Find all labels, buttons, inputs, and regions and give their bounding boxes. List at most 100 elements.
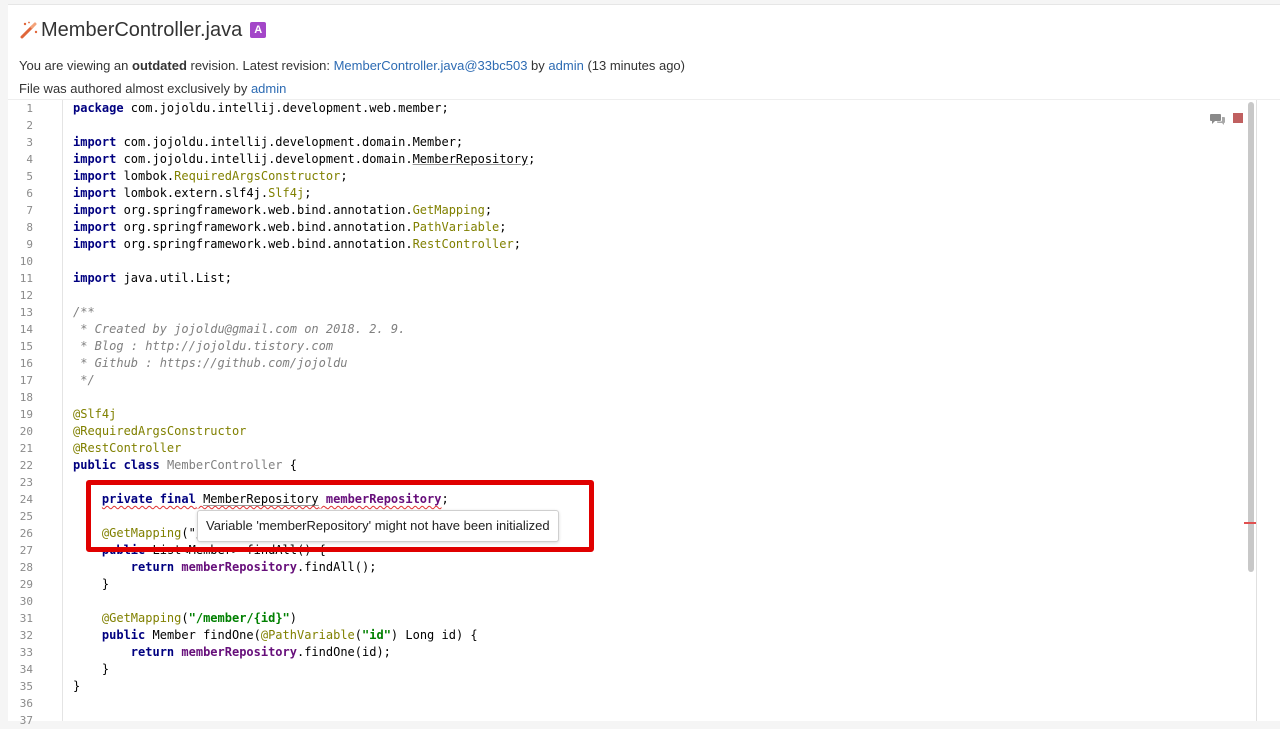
code-line: 6 import lombok.extern.slf4j.Slf4j; (8, 185, 1248, 202)
code-line: 35} (8, 678, 1248, 695)
line-number: 16 (19, 357, 33, 370)
line-code: @RestController (73, 441, 182, 455)
code-line: 27 public List<Member> findAll() { (8, 542, 1248, 559)
code-line: 25 (8, 508, 1248, 525)
line-code: import org.springframework.web.bind.anno… (73, 203, 493, 217)
line-code: import lombok.extern.slf4j.Slf4j; (73, 186, 312, 200)
latest-revision-link[interactable]: MemberController.java@33bc503 (334, 58, 528, 73)
code-line: 29 } (8, 576, 1248, 593)
code-line: 19 @Slf4j (8, 406, 1248, 423)
line-code: private final MemberRepository memberRep… (101, 492, 449, 506)
line-code: * Blog : http://jojoldu.tistory.com (73, 339, 334, 353)
code-line: 22 public class MemberController { (8, 457, 1248, 474)
code-line: 9 import org.springframework.web.bind.ann… (8, 236, 1248, 253)
line-number: 6 (26, 187, 33, 200)
code-line: 13 /** (8, 304, 1248, 321)
wand-icon (19, 20, 39, 40)
line-code: import com.jojoldu.intellij.development.… (73, 135, 464, 149)
line-code: } (73, 679, 81, 693)
line-code: @Slf4j (73, 407, 117, 421)
line-code: @RequiredArgsConstructor (73, 424, 247, 438)
line-code: * Created by jojoldu@gmail.com on 2018. … (73, 322, 406, 336)
line-number: 23 (19, 476, 33, 489)
line-number: 15 (19, 340, 33, 353)
ago-text: (13 minutes ago) (583, 58, 685, 73)
line-number: 24 (19, 493, 33, 506)
outdated-mid: revision. Latest revision: (186, 58, 334, 73)
code-line: 17 */ (8, 372, 1248, 389)
code-line: 1 package com.jojoldu.intellij.developmen… (8, 100, 1248, 117)
code-line: 15 * Blog : http://jojoldu.tistory.com (8, 338, 1248, 355)
code-line: 30 (8, 593, 1248, 610)
line-code: } (73, 577, 110, 591)
line-number: 22 (19, 459, 33, 472)
line-number: 10 (19, 255, 33, 268)
code-line: 26 @GetMapping("/ (8, 525, 1248, 542)
code-line: 4 import com.jojoldu.intellij.development… (8, 151, 1248, 168)
inspection-tooltip: Variable 'memberRepository' might not ha… (197, 510, 559, 542)
code-line: 20 @RequiredArgsConstructor (8, 423, 1248, 440)
code-line: 8 import org.springframework.web.bind.ann… (8, 219, 1248, 236)
line-number: 21 (19, 442, 33, 455)
line-number: 35 (19, 680, 33, 693)
line-number: 32 (19, 629, 33, 642)
outdated-prefix: You are viewing an (19, 58, 132, 73)
outdated-notice: You are viewing an outdated revision. La… (19, 54, 1259, 77)
code-line: 11 import java.util.List; (8, 270, 1248, 287)
line-code: * Github : https://github.com/jojoldu (73, 356, 348, 370)
code-line: 31 @GetMapping("/member/{id}") (8, 610, 1248, 627)
code-line: 28 return memberRepository.findAll(); (8, 559, 1248, 576)
authored-by-link[interactable]: admin (251, 81, 286, 96)
line-number: 5 (26, 170, 33, 183)
line-code: import org.springframework.web.bind.anno… (73, 237, 521, 251)
authored-notice: File was authored almost exclusively by … (19, 77, 1259, 100)
code-line: 14 * Created by jojoldu@gmail.com on 201… (8, 321, 1248, 338)
line-number: 8 (26, 221, 33, 234)
line-code: import java.util.List; (73, 271, 232, 285)
code-line: 2 (8, 117, 1248, 134)
vertical-scrollbar[interactable] (1248, 102, 1254, 572)
code-line: 33 return memberRepository.findOne(id); (8, 644, 1248, 661)
error-stripe-mark[interactable] (1244, 522, 1256, 524)
line-code: import org.springframework.web.bind.anno… (73, 220, 507, 234)
code-line: 5 import lombok.RequiredArgsConstructor; (8, 168, 1248, 185)
comments-icon[interactable] (1210, 112, 1226, 126)
line-code: public Member findOne(@PathVariable("id"… (101, 628, 478, 642)
code-line: 7 import org.springframework.web.bind.ann… (8, 202, 1248, 219)
line-number: 33 (19, 646, 33, 659)
code-line: 12 (8, 287, 1248, 304)
line-number: 3 (26, 136, 33, 149)
line-number: 4 (26, 153, 33, 166)
line-code: } (73, 662, 110, 676)
line-number: 18 (19, 391, 33, 404)
line-code: import com.jojoldu.intellij.development.… (73, 152, 536, 166)
line-number: 36 (19, 697, 33, 710)
code-line: 23 (8, 474, 1248, 491)
code-line: 34 } (8, 661, 1248, 678)
line-code: */ (73, 373, 95, 387)
file-title: MemberController.java (41, 18, 243, 41)
line-code: /** (73, 305, 95, 319)
line-number: 31 (19, 612, 33, 625)
by-text: by (527, 58, 549, 73)
line-code: public List<Member> findAll() { (101, 543, 326, 557)
code-line: 32 public Member findOne(@PathVariable("… (8, 627, 1248, 644)
code-line: 18 (8, 389, 1248, 406)
title-row: MemberController.java A (19, 15, 1259, 45)
line-number: 12 (19, 289, 33, 302)
code-lines: 1 package com.jojoldu.intellij.developmen… (8, 100, 1248, 729)
line-number: 11 (19, 272, 33, 285)
line-code: public class MemberController { (73, 458, 297, 472)
line-number: 2 (26, 119, 33, 132)
line-number: 14 (19, 323, 33, 336)
code-line: 21 @RestController (8, 440, 1248, 457)
line-code: package com.jojoldu.intellij.development… (73, 101, 449, 115)
code-line: 10 (8, 253, 1248, 270)
author-link[interactable]: admin (548, 58, 583, 73)
line-number: 29 (19, 578, 33, 591)
stop-icon[interactable] (1233, 113, 1243, 123)
line-number: 9 (26, 238, 33, 251)
line-number: 30 (19, 595, 33, 608)
code-line: 37 (8, 712, 1248, 729)
line-number: 25 (19, 510, 33, 523)
